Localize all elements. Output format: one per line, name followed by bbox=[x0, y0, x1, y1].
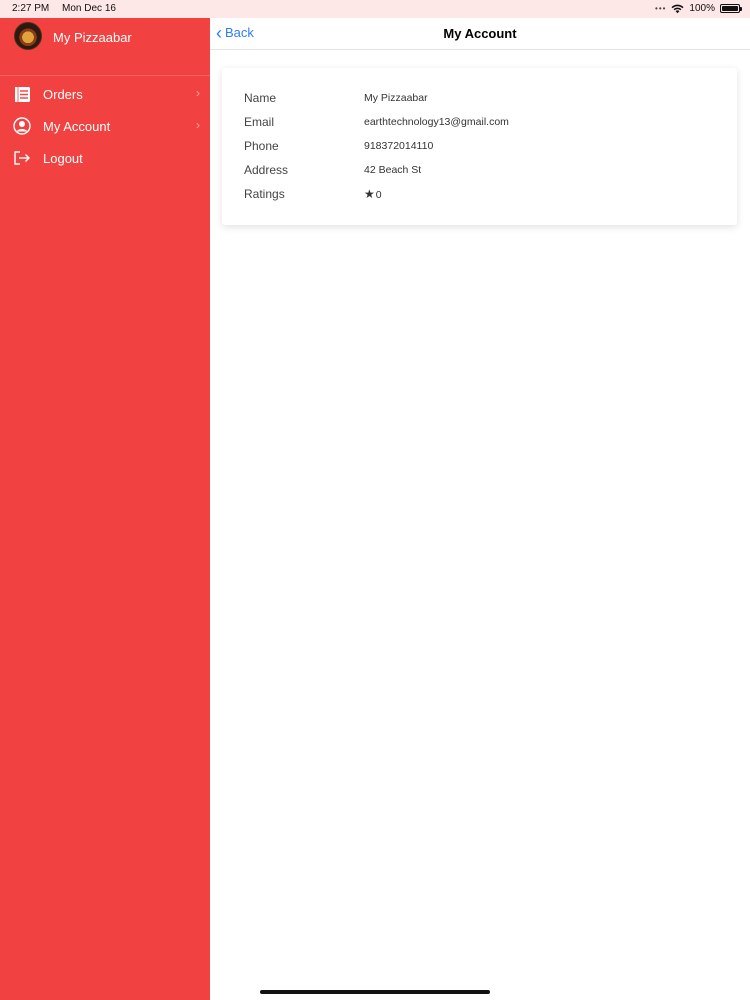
chevron-right-icon: › bbox=[196, 118, 200, 132]
account-details-card: Name My Pizzaabar Email earthtechnology1… bbox=[222, 68, 737, 225]
field-label: Name bbox=[244, 91, 277, 105]
battery-percent: 100% bbox=[689, 3, 715, 14]
chevron-left-icon: ‹ bbox=[216, 22, 222, 43]
field-value: 918372014110 bbox=[364, 140, 434, 152]
back-button[interactable]: ‹ Back bbox=[216, 22, 254, 43]
status-left: 2:27 PM Mon Dec 16 bbox=[12, 3, 126, 14]
status-right: ••• 100% bbox=[655, 3, 742, 14]
sidebar-header: My Pizzaabar bbox=[0, 18, 210, 76]
field-label: Email bbox=[244, 115, 275, 129]
logout-icon bbox=[13, 149, 31, 167]
user-icon bbox=[13, 117, 31, 135]
navigation-bar: ‹ Back My Account bbox=[210, 18, 750, 50]
rating-value: 0 bbox=[375, 189, 382, 201]
home-indicator bbox=[260, 990, 490, 994]
star-icon: ★ bbox=[364, 187, 375, 201]
wifi-icon bbox=[671, 4, 684, 13]
sidebar-menu: Orders › My Account › Logout bbox=[0, 78, 210, 174]
rating-value-wrap: ★0 bbox=[364, 187, 382, 201]
account-row-name: Name My Pizzaabar bbox=[244, 88, 428, 108]
field-value: My Pizzaabar bbox=[364, 92, 428, 104]
status-time: 2:27 PM bbox=[12, 3, 50, 14]
status-date: Mon Dec 16 bbox=[62, 3, 116, 14]
sidebar-item-label: Logout bbox=[43, 150, 83, 166]
sidebar: My Pizzaabar Orders › My Account › Logou… bbox=[0, 18, 210, 1000]
account-row-ratings: Ratings ★0 bbox=[244, 184, 382, 204]
restaurant-logo bbox=[14, 22, 42, 50]
field-label: Address bbox=[244, 163, 289, 177]
account-row-email: Email earthtechnology13@gmail.com bbox=[244, 112, 509, 132]
main-content: ‹ Back My Account Name My Pizzaabar Emai… bbox=[210, 18, 750, 1000]
multitask-dots-icon: ••• bbox=[655, 4, 667, 13]
account-row-phone: Phone 918372014110 bbox=[244, 136, 433, 156]
sidebar-item-label: Orders bbox=[43, 86, 83, 102]
battery-icon bbox=[720, 4, 742, 13]
field-value: 42 Beach St bbox=[364, 164, 422, 176]
status-bar: 2:27 PM Mon Dec 16 ••• 100% bbox=[0, 0, 750, 18]
sidebar-item-logout[interactable]: Logout bbox=[0, 142, 210, 174]
chevron-right-icon: › bbox=[196, 86, 200, 100]
page-title: My Account bbox=[443, 26, 517, 41]
sidebar-item-orders[interactable]: Orders › bbox=[0, 78, 210, 110]
sidebar-item-my-account[interactable]: My Account › bbox=[0, 110, 210, 142]
field-label: Ratings bbox=[244, 187, 285, 201]
account-row-address: Address 42 Beach St bbox=[244, 160, 421, 180]
list-icon bbox=[13, 85, 31, 103]
sidebar-item-label: My Account bbox=[43, 118, 111, 134]
back-label: Back bbox=[225, 25, 254, 40]
field-value: earthtechnology13@gmail.com bbox=[364, 116, 509, 128]
field-label: Phone bbox=[244, 139, 279, 153]
brand-name: My Pizzaabar bbox=[53, 30, 132, 45]
